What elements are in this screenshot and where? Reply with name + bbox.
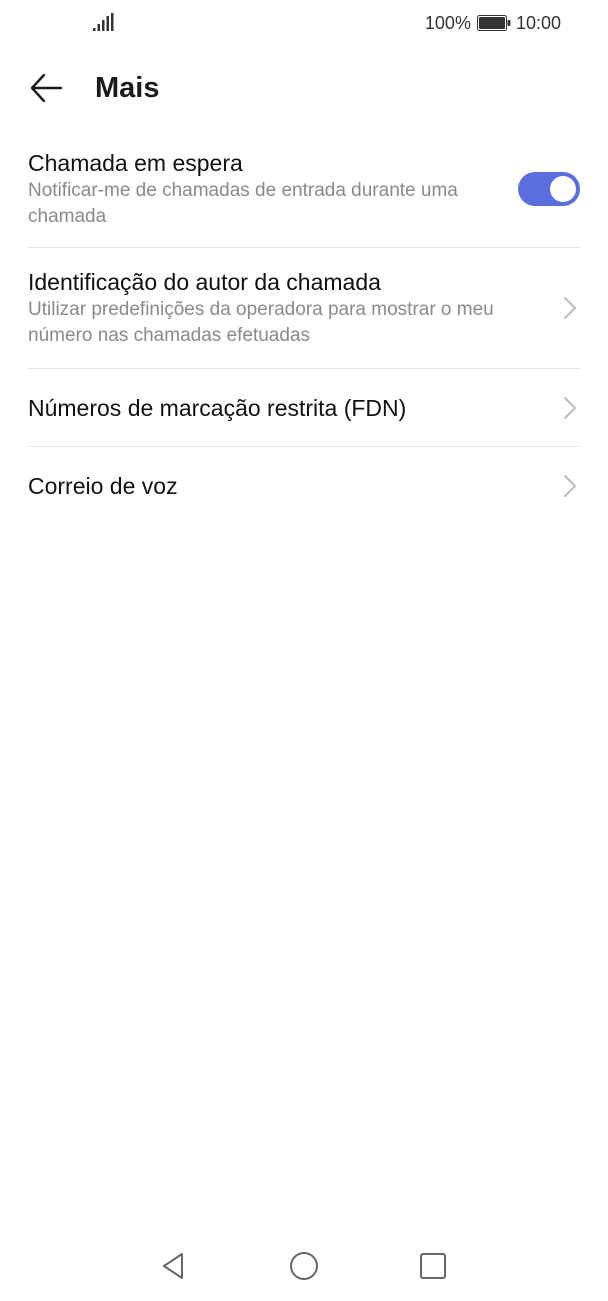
app-bar: Mais (0, 56, 608, 120)
arrow-left-icon (30, 73, 63, 103)
setting-texts: Chamada em espera Notificar-me de chamad… (28, 148, 518, 230)
battery-icon (476, 15, 511, 31)
toggle-knob (550, 175, 576, 202)
chevron-right-icon (564, 396, 576, 419)
setting-title: Chamada em espera (28, 149, 243, 176)
chevron-right-icon (564, 474, 576, 497)
setting-title: Números de marcação restrita (FDN) (28, 394, 407, 421)
triangle-back-icon[interactable] (158, 1250, 190, 1282)
setting-subtitle: Notificar-me de chamadas de entrada dura… (28, 179, 458, 227)
setting-subtitle: Utilizar predefinições da operadora para… (28, 299, 494, 346)
setting-call-waiting[interactable]: Chamada em espera Notificar-me de chamad… (28, 130, 580, 247)
setting-title: Correio de voz (28, 472, 178, 499)
setting-texts: Correio de voz (28, 471, 562, 501)
back-button[interactable] (24, 66, 68, 110)
chevron-right-icon (564, 297, 576, 319)
status-bar: 100% 10:00 (0, 0, 608, 46)
setting-title: Identificação do autor da chamada (28, 269, 381, 295)
status-right: 100% 10:00 (425, 11, 561, 35)
navigation-bar (0, 1238, 608, 1294)
square-recent-icon[interactable] (417, 1250, 449, 1282)
setting-fdn[interactable]: Números de marcação restrita (FDN) (28, 369, 580, 446)
setting-voicemail[interactable]: Correio de voz (28, 447, 580, 524)
circle-home-icon[interactable] (288, 1250, 320, 1282)
clock: 10:00 (515, 12, 561, 33)
call-waiting-toggle[interactable] (518, 171, 580, 206)
setting-caller-id[interactable]: Identificação do autor da chamada Utiliz… (28, 248, 580, 368)
setting-texts: Números de marcação restrita (FDN) (28, 393, 562, 423)
page-title: Mais (95, 72, 160, 104)
battery-percent: 100% (424, 12, 471, 33)
setting-texts: Identificação do autor da chamada Utiliz… (28, 267, 562, 349)
settings-list: Chamada em espera Notificar-me de chamad… (0, 130, 608, 524)
signal-icon (93, 13, 114, 31)
